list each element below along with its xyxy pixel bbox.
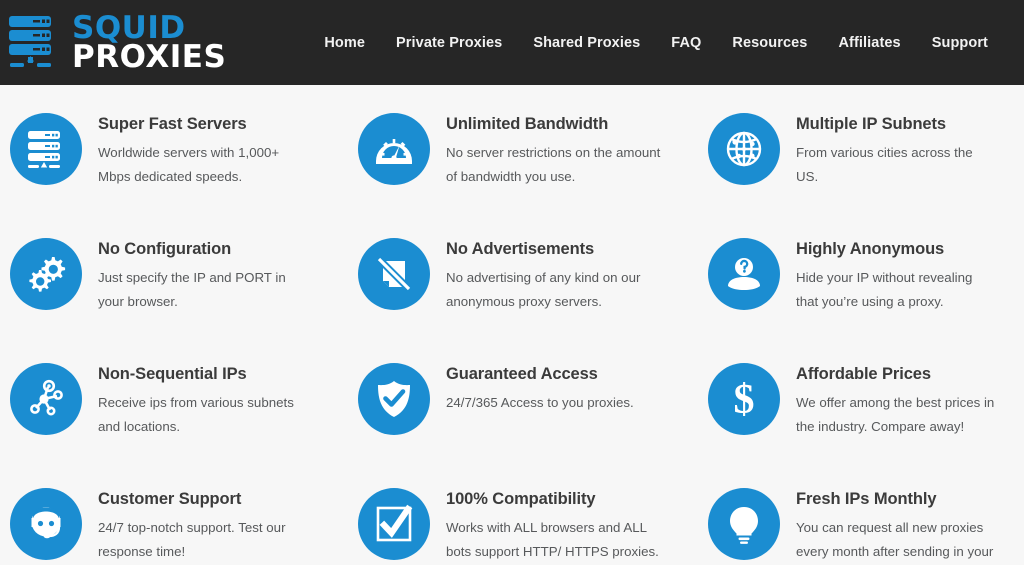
- brand-line-2: PROXIES: [72, 38, 227, 75]
- feature-description: Just specify the IP and PORT in your bro…: [98, 270, 286, 309]
- nav-item-home[interactable]: Home: [324, 35, 365, 51]
- feature-title: Highly Anonymous: [796, 240, 945, 258]
- feature-text: Unlimited Bandwidth No server restrictio…: [430, 113, 662, 188]
- dollar-sign-icon: $: [708, 363, 780, 435]
- checkbox-check-icon: [358, 488, 430, 560]
- no-ads-icon: [358, 238, 430, 310]
- feature-description: 24/7/365 Access to you proxies.: [446, 395, 634, 410]
- feature-title: No Configuration: [98, 240, 232, 258]
- site-logo[interactable]: SQUID PROXIES: [8, 13, 227, 75]
- features-grid: Super Fast Servers Worldwide servers wit…: [0, 85, 1024, 565]
- feature-unlimited-bandwidth: Unlimited Bandwidth No server restrictio…: [350, 101, 700, 226]
- nav-item-private-proxies[interactable]: Private Proxies: [396, 35, 502, 51]
- anonymous-user-icon: [708, 238, 780, 310]
- feature-text: Highly Anonymous Hide your IP without re…: [780, 238, 998, 313]
- server-rack-icon: [8, 14, 60, 72]
- feature-no-advertisements: No Advertisements No advertising of any …: [350, 226, 700, 351]
- feature-title: Non-Sequential IPs: [98, 365, 247, 383]
- nav-item-support[interactable]: Support: [932, 35, 988, 51]
- lightbulb-icon: [708, 488, 780, 560]
- feature-description: 24/7 top-notch support. Test our respons…: [98, 520, 286, 559]
- feature-text: Affordable Prices We offer among the bes…: [780, 363, 998, 438]
- feature-title: Guaranteed Access: [446, 365, 598, 383]
- feature-title: Multiple IP Subnets: [796, 115, 946, 133]
- network-nodes-icon: [10, 363, 82, 435]
- feature-super-fast-servers: Super Fast Servers Worldwide servers wit…: [0, 101, 350, 226]
- gears-icon: [10, 238, 82, 310]
- feature-guaranteed-access: Guaranteed Access 24/7/365 Access to you…: [350, 351, 700, 476]
- feature-description: No server restrictions on the amount of …: [446, 145, 661, 184]
- feature-affordable-prices: $ Affordable Prices We offer among the b…: [700, 351, 1024, 476]
- headset-support-icon: [10, 488, 82, 560]
- nav-item-affiliates[interactable]: Affiliates: [838, 35, 900, 51]
- feature-text: Super Fast Servers Worldwide servers wit…: [82, 113, 314, 188]
- feature-description: Works with ALL browsers and ALL bots sup…: [446, 520, 659, 559]
- feature-title: Affordable Prices: [796, 365, 931, 383]
- feature-description: From various cities across the US.: [796, 145, 973, 184]
- feature-description: No advertising of any kind on our anonym…: [446, 270, 641, 309]
- feature-text: No Configuration Just specify the IP and…: [82, 238, 314, 313]
- feature-multiple-ip-subnets: Multiple IP Subnets From various cities …: [700, 101, 1024, 226]
- feature-title: Customer Support: [98, 490, 242, 508]
- svg-text:$: $: [734, 377, 755, 421]
- feature-text: Fresh IPs Monthly You can request all ne…: [780, 488, 998, 565]
- feature-fresh-ips-monthly: Fresh IPs Monthly You can request all ne…: [700, 476, 1024, 565]
- nav-item-resources[interactable]: Resources: [732, 35, 807, 51]
- brand-wordmark: SQUID PROXIES: [72, 13, 227, 75]
- feature-description: Receive ips from various subnets and loc…: [98, 395, 294, 434]
- server-rack-icon: [10, 113, 82, 185]
- speedometer-icon: [358, 113, 430, 185]
- feature-text: Multiple IP Subnets From various cities …: [780, 113, 998, 188]
- feature-text: 100% Compatibility Works with ALL browse…: [430, 488, 662, 563]
- feature-text: No Advertisements No advertising of any …: [430, 238, 662, 313]
- feature-title: Super Fast Servers: [98, 115, 247, 133]
- feature-title: Unlimited Bandwidth: [446, 115, 609, 133]
- nav-item-shared-proxies[interactable]: Shared Proxies: [533, 35, 640, 51]
- feature-customer-support: Customer Support 24/7 top-notch support.…: [0, 476, 350, 565]
- site-header: SQUID PROXIES Home Private Proxies Share…: [0, 0, 1024, 85]
- feature-non-sequential-ips: Non-Sequential IPs Receive ips from vari…: [0, 351, 350, 476]
- feature-description: You can request all new proxies every mo…: [796, 520, 994, 559]
- feature-description: Hide your IP without revealing that you’…: [796, 270, 973, 309]
- nav-item-faq[interactable]: FAQ: [671, 35, 701, 51]
- feature-100-compatibility: 100% Compatibility Works with ALL browse…: [350, 476, 700, 565]
- feature-title: No Advertisements: [446, 240, 595, 258]
- feature-description: We offer among the best prices in the in…: [796, 395, 995, 434]
- feature-text: Guaranteed Access 24/7/365 Access to you…: [430, 363, 634, 415]
- feature-text: Non-Sequential IPs Receive ips from vari…: [82, 363, 314, 438]
- feature-highly-anonymous: Highly Anonymous Hide your IP without re…: [700, 226, 1024, 351]
- feature-title: Fresh IPs Monthly: [796, 490, 937, 508]
- feature-text: Customer Support 24/7 top-notch support.…: [82, 488, 314, 563]
- feature-no-configuration: No Configuration Just specify the IP and…: [0, 226, 350, 351]
- main-navigation: Home Private Proxies Shared Proxies FAQ …: [324, 35, 988, 51]
- globe-network-icon: [708, 113, 780, 185]
- feature-title: 100% Compatibility: [446, 490, 596, 508]
- shield-check-icon: [358, 363, 430, 435]
- feature-description: Worldwide servers with 1,000+ Mbps dedic…: [98, 145, 280, 184]
